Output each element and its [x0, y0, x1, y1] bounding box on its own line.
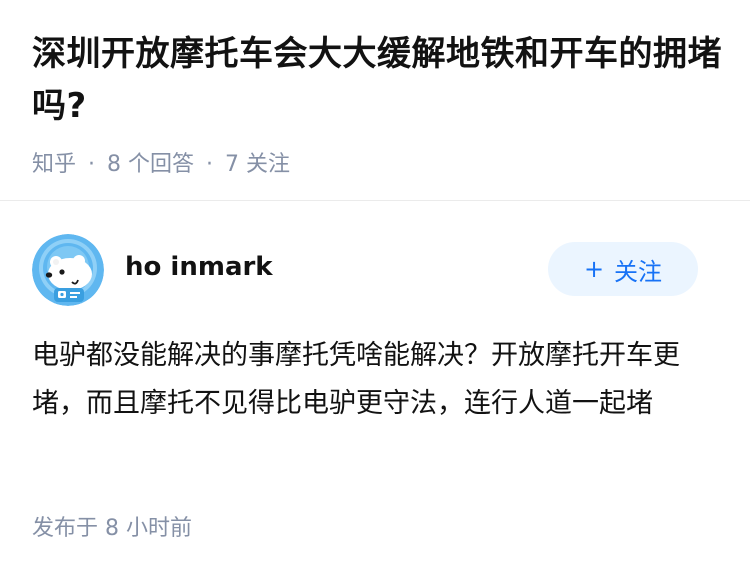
answer-count[interactable]: 8 个回答 — [107, 152, 194, 177]
polar-bear-astronaut-icon — [32, 234, 104, 306]
author-avatar[interactable] — [32, 234, 104, 306]
question-meta: 知乎 · 8 个回答 · 7 关注 — [32, 150, 722, 180]
answer-author-row: ho inmark + 关注 — [32, 234, 698, 306]
follow-button[interactable]: + 关注 — [548, 242, 698, 296]
author-name[interactable]: ho inmark — [125, 250, 273, 284]
plus-icon: + — [583, 255, 605, 283]
meta-separator-dot: · — [206, 152, 214, 177]
follower-count: 7 关注 — [225, 152, 291, 177]
follow-button-label: 关注 — [614, 257, 663, 286]
zhihu-question-page: 深圳开放摩托车会大大缓解地铁和开车的拥堵吗? 知乎 · 8 个回答 · 7 关注 — [0, 0, 750, 580]
source-label[interactable]: 知乎 — [32, 152, 76, 177]
question-title[interactable]: 深圳开放摩托车会大大缓解地铁和开车的拥堵吗? — [32, 28, 722, 132]
answer-post-time: 发布于 8 小时前 — [32, 516, 192, 541]
answer-content[interactable]: 电驴都没能解决的事摩托凭啥能解决？开放摩托开车更堵，而且摩托不见得比电驴更守法，… — [32, 332, 712, 428]
meta-separator-dot: · — [88, 152, 96, 177]
section-divider — [0, 200, 750, 201]
question-header: 深圳开放摩托车会大大缓解地铁和开车的拥堵吗? 知乎 · 8 个回答 · 7 关注 — [32, 28, 722, 180]
